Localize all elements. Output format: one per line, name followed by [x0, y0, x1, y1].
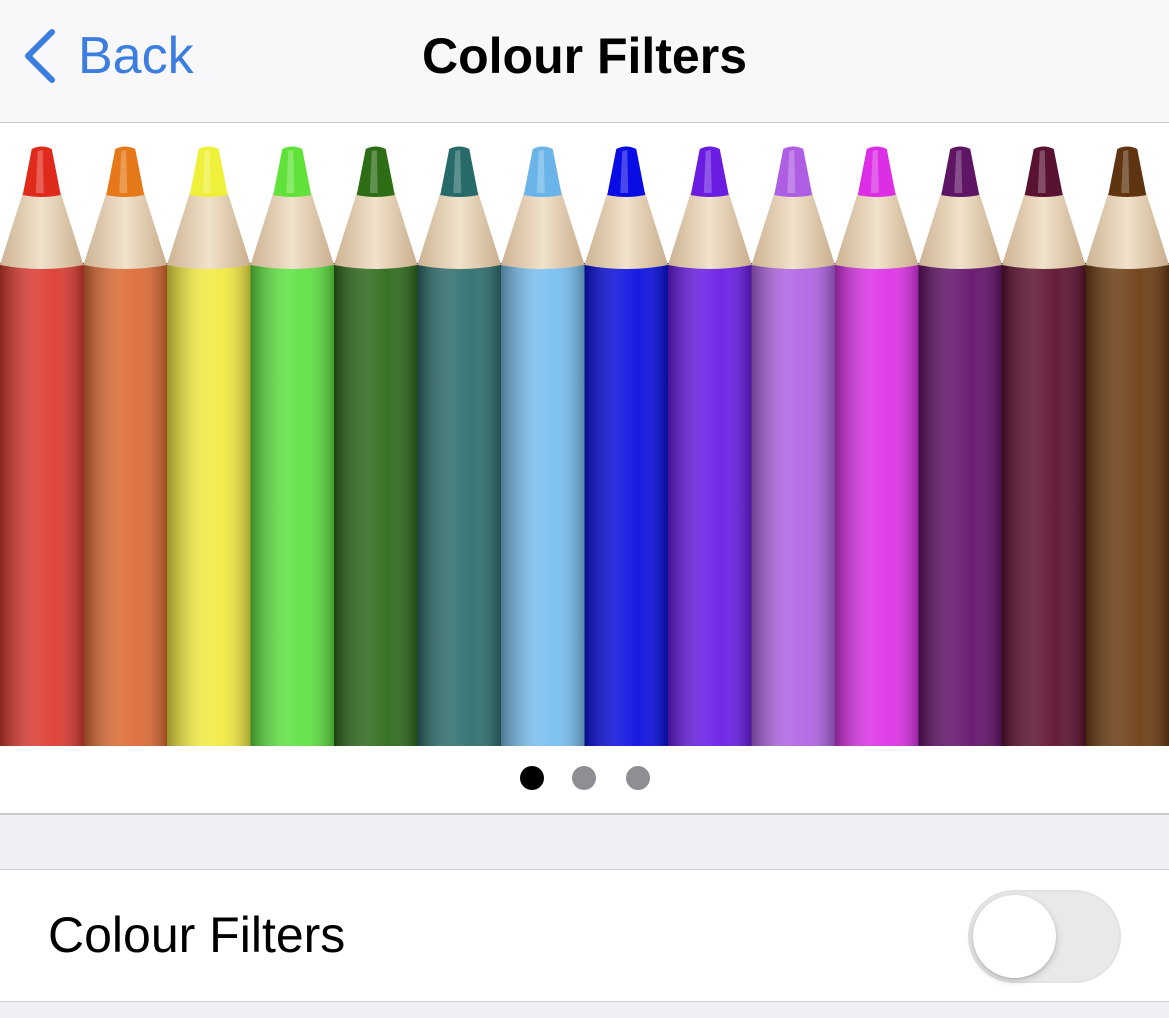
pencil	[1085, 146, 1169, 746]
pencil	[167, 146, 251, 746]
pencil	[0, 146, 84, 746]
pencil	[835, 146, 919, 746]
page-title: Colour Filters	[421, 28, 748, 84]
colour-preview-carousel[interactable]	[0, 123, 1169, 815]
toggle-knob	[973, 895, 1056, 978]
page-dot[interactable]	[626, 766, 650, 790]
pencil	[501, 146, 585, 746]
pencil	[751, 146, 835, 746]
colour-filters-row[interactable]: Colour Filters	[0, 869, 1169, 1002]
pencil	[250, 146, 334, 746]
pencil	[83, 146, 167, 746]
navigation-bar: Back Colour Filters	[0, 0, 1169, 123]
pencil	[918, 146, 1002, 746]
colour-filters-toggle[interactable]	[968, 890, 1121, 983]
page-dot[interactable]	[572, 766, 596, 790]
pencil	[668, 146, 752, 746]
colour-filters-label: Colour Filters	[48, 907, 346, 963]
pencil	[334, 146, 418, 746]
pencil	[1002, 146, 1086, 746]
pencil	[417, 146, 501, 746]
colored-pencils-image	[0, 146, 1169, 746]
page-indicator[interactable]	[0, 766, 1169, 792]
pencil	[584, 146, 668, 746]
page-dot[interactable]	[520, 766, 544, 790]
